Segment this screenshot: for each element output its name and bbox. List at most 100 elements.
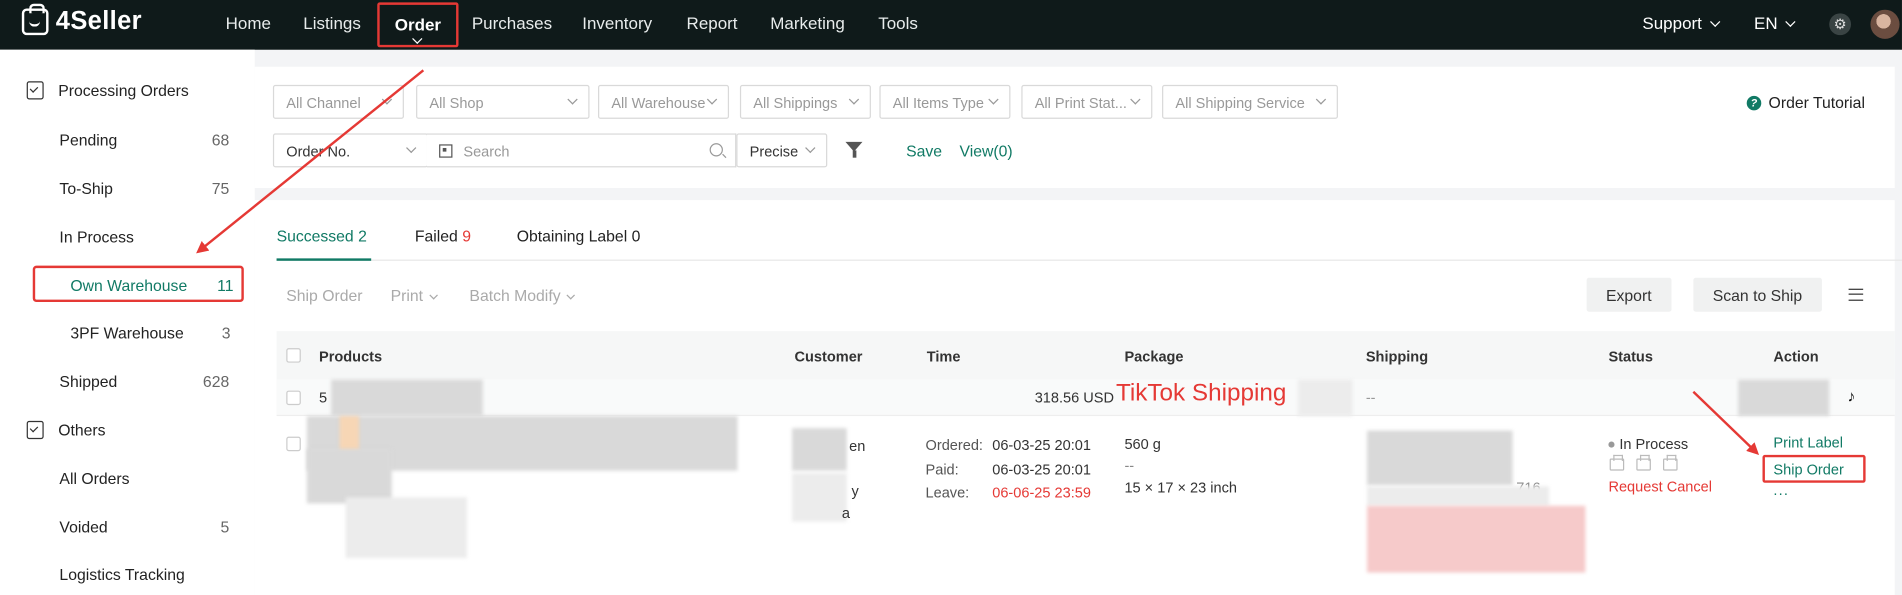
nav-order[interactable]: Order: [377, 2, 459, 48]
print-status-select-value: All Print Stat...: [1034, 94, 1127, 112]
export-button[interactable]: Export: [1586, 277, 1672, 312]
shippings-select[interactable]: All Shippings: [739, 84, 871, 119]
support-menu[interactable]: Support: [1642, 13, 1721, 33]
redacted-tracking-info: [1367, 486, 1550, 506]
search-field-value: Order No.: [286, 143, 351, 161]
time-ordered: Ordered: 06-03-25 20:01: [926, 437, 1091, 454]
search-field-select[interactable]: Order No.: [272, 133, 429, 168]
print-menu[interactable]: Print: [391, 286, 438, 304]
sidebar-item-label: Pending: [59, 131, 118, 150]
save-filter-link[interactable]: Save: [906, 142, 942, 160]
customer-fragment: a: [841, 504, 850, 522]
order-checkbox[interactable]: [286, 390, 301, 406]
sidebar-item-3pf-warehouse[interactable]: 3PF Warehouse 3: [70, 324, 230, 342]
sidebar-item-own-warehouse[interactable]: Own Warehouse 11: [32, 265, 244, 303]
select-all-checkbox[interactable]: [286, 348, 301, 363]
sidebar-item-count: 628: [202, 372, 230, 391]
item-checkbox[interactable]: [286, 436, 301, 452]
chevron-down-icon: [567, 94, 578, 105]
sidebar-item-pending[interactable]: Pending 68: [59, 131, 229, 149]
redacted-shipping-address: [1367, 430, 1513, 486]
sidebar-item-count: 11: [217, 276, 234, 295]
search-icon[interactable]: [709, 143, 723, 157]
column-settings-icon[interactable]: [1848, 288, 1864, 301]
printer-icon[interactable]: [1663, 454, 1678, 471]
app-window: 4Seller Home Listings Order Purchases In…: [0, 0, 1902, 595]
shipping-service-select[interactable]: All Shipping Service: [1162, 84, 1338, 119]
sidebar-item-label: Shipped: [59, 372, 118, 391]
tab-failed[interactable]: Failed 9: [415, 227, 471, 245]
warehouse-select[interactable]: All Warehouse: [598, 84, 730, 119]
filter-icon[interactable]: [845, 141, 863, 158]
sidebar-item-voided[interactable]: Voided 5: [59, 518, 229, 536]
col-shipping: Shipping: [1365, 348, 1429, 366]
nav-home[interactable]: Home: [226, 13, 271, 32]
sidebar-item-label: 3PF Warehouse: [70, 323, 184, 343]
match-mode-select[interactable]: Precise: [736, 133, 828, 168]
orders-panel: Successed 2 Failed 9 Obtaining Label 0 S…: [254, 200, 1902, 595]
avatar[interactable]: [1870, 9, 1900, 39]
chevron-down-icon: [1130, 94, 1141, 105]
sidebar-item-to-ship[interactable]: To-Ship 75: [59, 180, 229, 198]
chevron-down-icon: [381, 94, 393, 105]
printer-icon[interactable]: [1636, 454, 1651, 471]
channel-select[interactable]: All Channel: [272, 84, 404, 119]
order-tutorial-link[interactable]: ? Order Tutorial: [1746, 93, 1865, 112]
sidebar-item-all-orders[interactable]: All Orders: [59, 469, 229, 487]
col-action: Action: [1773, 348, 1819, 366]
nav-marketing[interactable]: Marketing: [770, 13, 845, 32]
nav-tools[interactable]: Tools: [878, 13, 918, 32]
filter-panel: All Channel All Shop All Warehouse All S…: [254, 66, 1895, 189]
more-actions-link[interactable]: ...: [1773, 482, 1789, 499]
tab-obtaining-label[interactable]: Obtaining Label 0: [517, 227, 641, 245]
request-cancel-link[interactable]: Request Cancel: [1608, 478, 1712, 495]
batch-modify-menu[interactable]: Batch Modify: [469, 286, 576, 304]
sidebar-item-shipped[interactable]: Shipped 628: [59, 372, 229, 390]
language-menu[interactable]: EN: [1754, 13, 1797, 33]
clipboard-check-icon: [26, 81, 44, 100]
status-label: In Process: [1619, 435, 1689, 453]
sidebar-group-label: Others: [58, 420, 106, 440]
support-label: Support: [1642, 13, 1702, 33]
sidebar-group-others[interactable]: Others: [26, 420, 106, 440]
shipping-dash: --: [1365, 389, 1376, 407]
tab-successed[interactable]: Successed 2: [277, 227, 367, 245]
ship-order-label: Ship Order: [1773, 460, 1844, 478]
redacted-shipping: [1297, 379, 1353, 417]
search-input[interactable]: Search: [426, 133, 737, 168]
redacted-shipping-label: [1367, 505, 1586, 573]
chevron-down-icon: [566, 291, 576, 300]
nav-listings[interactable]: Listings: [303, 13, 361, 32]
print-status-select[interactable]: All Print Stat...: [1021, 84, 1153, 119]
ship-order-button[interactable]: Ship Order: [286, 286, 362, 304]
ship-order-action[interactable]: Ship Order: [1762, 454, 1866, 483]
nav-purchases[interactable]: Purchases: [472, 13, 552, 32]
status-in-process: In Process: [1608, 435, 1688, 452]
col-customer: Customer: [794, 348, 863, 366]
order-amount: 318.56 USD: [1034, 389, 1114, 407]
order-tutorial-label: Order Tutorial: [1768, 93, 1865, 112]
tab-failed-count: 9: [462, 226, 471, 246]
scan-to-ship-button[interactable]: Scan to Ship: [1693, 277, 1822, 312]
shop-select[interactable]: All Shop: [416, 84, 590, 119]
sidebar-item-logistics-tracking[interactable]: Logistics Tracking: [59, 565, 229, 583]
sidebar-item-in-process[interactable]: In Process: [59, 228, 229, 246]
time-paid: Paid: 06-03-25 20:01: [926, 461, 1091, 478]
view-filter-link[interactable]: View(0): [959, 142, 1012, 160]
print-label-link[interactable]: Print Label: [1773, 434, 1843, 451]
logo[interactable]: 4Seller: [21, 3, 142, 36]
sidebar-group-label: Processing Orders: [58, 81, 189, 100]
items-type-select[interactable]: All Items Type: [879, 84, 1011, 119]
gear-icon[interactable]: ⚙: [1829, 13, 1852, 36]
redacted-customer-name: [792, 428, 847, 471]
nav-report[interactable]: Report: [687, 13, 738, 32]
shopping-bag-icon: [21, 3, 49, 36]
customer-fragment: y: [851, 482, 859, 500]
sidebar-item-label: Logistics Tracking: [59, 565, 185, 584]
sidebar-item-count: 3: [221, 323, 231, 343]
printer-icon[interactable]: [1609, 454, 1625, 471]
nav-inventory[interactable]: Inventory: [582, 13, 652, 32]
product-thumbnail: [339, 416, 360, 453]
sidebar-group-processing[interactable]: Processing Orders: [26, 81, 189, 100]
tab-divider: [276, 259, 1902, 261]
